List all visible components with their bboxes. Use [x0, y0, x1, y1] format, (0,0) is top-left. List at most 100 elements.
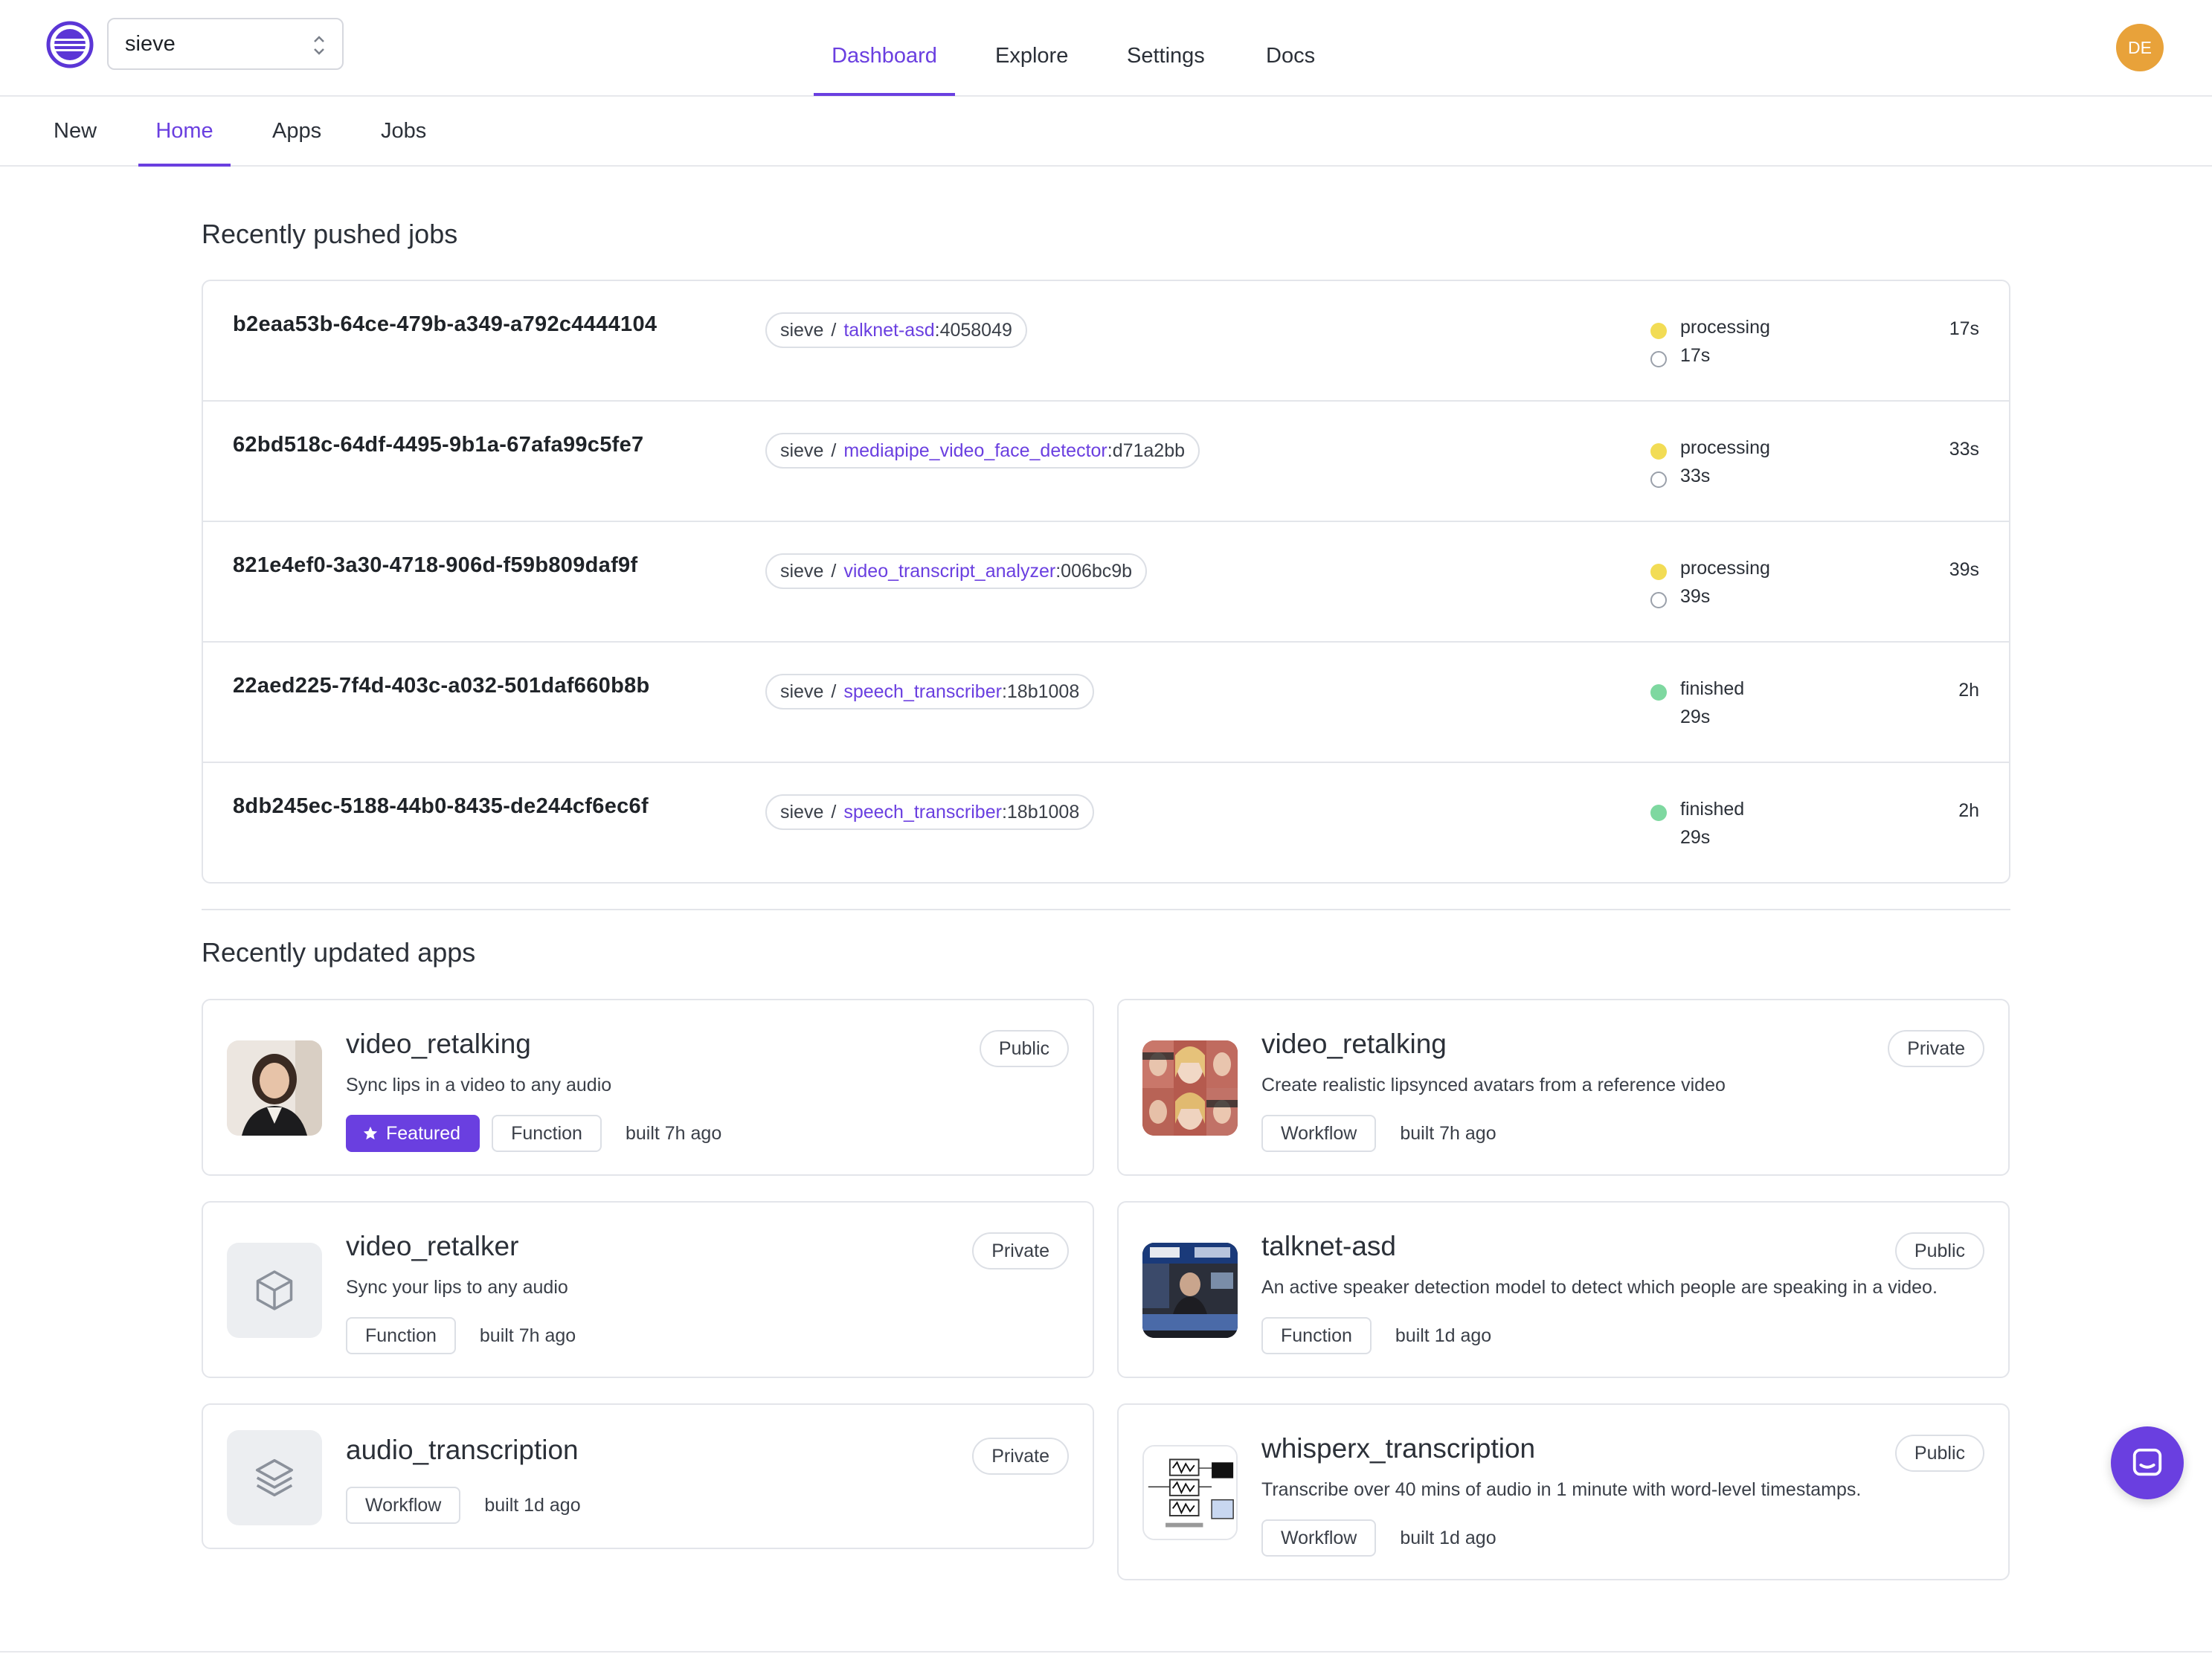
job-app-link[interactable]: speech_transcriber — [843, 681, 1002, 703]
app-name[interactable]: whisperx_transcription — [1261, 1433, 1535, 1464]
job-row[interactable]: 821e4ef0-3a30-4718-906d-f59b809daf9f sie… — [203, 522, 2009, 643]
org-select-value: sieve — [125, 31, 176, 56]
app-tags: Workflow built 1d ago — [1261, 1519, 1496, 1557]
job-owner: sieve — [780, 319, 824, 341]
job-app-link[interactable]: mediapipe_video_face_detector — [843, 440, 1107, 462]
job-owner: sieve — [780, 680, 824, 702]
app-name[interactable]: video_retalking — [1261, 1029, 1447, 1060]
job-app-link[interactable]: video_transcript_analyzer — [843, 561, 1055, 582]
job-row[interactable]: b2eaa53b-64ce-479b-a349-a792c4444104 sie… — [203, 281, 2009, 402]
subtab-home[interactable]: Home — [138, 97, 231, 167]
job-id[interactable]: 8db245ec-5188-44b0-8435-de244cf6ec6f — [233, 794, 649, 819]
status-dot — [1650, 443, 1667, 460]
app-name[interactable]: video_retalker — [346, 1231, 518, 1262]
featured-tag: Featured — [346, 1115, 480, 1152]
status-ring-icon — [1650, 351, 1667, 367]
app-name[interactable]: talknet-asd — [1261, 1231, 1396, 1262]
tab-docs[interactable]: Docs — [1266, 0, 1315, 95]
app-type-tag: Workflow — [1261, 1519, 1377, 1557]
app-thumbnail — [227, 1430, 322, 1525]
app-thumbnail — [227, 1040, 322, 1136]
jobs-section-title: Recently pushed jobs — [202, 219, 458, 249]
job-app-version: :006bc9b — [1055, 560, 1133, 582]
job-id[interactable]: b2eaa53b-64ce-479b-a349-a792c4444104 — [233, 312, 657, 337]
job-status: processing — [1680, 437, 1770, 458]
job-owner: sieve — [780, 440, 824, 461]
job-id[interactable]: 821e4ef0-3a30-4718-906d-f59b809daf9f — [233, 553, 637, 578]
subtab-new[interactable]: New — [54, 97, 97, 165]
app-description: Transcribe over 40 mins of audio in 1 mi… — [1261, 1479, 1862, 1500]
woman-photo-icon — [227, 1040, 322, 1136]
job-status-time: 39s — [1680, 586, 1711, 607]
status-dot — [1650, 805, 1667, 821]
job-duration: 39s — [1949, 559, 1979, 580]
app-thumbnail — [1142, 1243, 1238, 1338]
top-bar: sieve Dashboard Explore Settings Docs DE — [0, 0, 2212, 97]
tab-settings[interactable]: Settings — [1127, 0, 1205, 95]
job-app-link[interactable]: talknet-asd — [843, 320, 934, 341]
app-description: Sync lips in a video to any audio — [346, 1075, 612, 1095]
visibility-badge: Private — [972, 1232, 1069, 1270]
app-card[interactable]: audio_transcription Private Workflow bui… — [202, 1403, 1094, 1549]
visibility-badge: Public — [1894, 1435, 1984, 1472]
sieve-logo[interactable] — [46, 21, 94, 68]
job-app-link[interactable]: speech_transcriber — [843, 802, 1002, 823]
job-app-pill: sieve / speech_transcriber:18b1008 — [765, 674, 1095, 709]
org-select[interactable]: sieve — [107, 18, 344, 70]
tab-dashboard[interactable]: Dashboard — [814, 0, 955, 96]
app-built-time: built 1d ago — [1395, 1325, 1492, 1346]
job-id[interactable]: 22aed225-7f4d-403c-a032-501daf660b8b — [233, 674, 650, 698]
star-icon — [363, 1126, 378, 1140]
job-row[interactable]: 8db245ec-5188-44b0-8435-de244cf6ec6f sie… — [203, 763, 2009, 884]
app-type-tag: Function — [492, 1115, 602, 1152]
status-ring-icon — [1650, 472, 1667, 488]
app-built-time: built 7h ago — [625, 1122, 722, 1144]
visibility-badge: Private — [1888, 1030, 1984, 1067]
app-card[interactable]: video_retalking Sync lips in a video to … — [202, 999, 1094, 1176]
layers-icon — [255, 1458, 294, 1497]
user-avatar[interactable]: DE — [2116, 24, 2164, 71]
app-built-time: built 7h ago — [1400, 1122, 1496, 1144]
app-card[interactable]: talknet-asd An active speaker detection … — [1117, 1201, 2010, 1378]
app-type-tag: Workflow — [346, 1487, 461, 1524]
job-status: processing — [1680, 558, 1770, 579]
status-dot — [1650, 684, 1667, 701]
tv-studio-photo-icon — [1142, 1243, 1238, 1338]
job-row[interactable]: 62bd518c-64df-4495-9b1a-67afa99c5fe7 sie… — [203, 402, 2009, 522]
visibility-badge: Public — [979, 1030, 1069, 1067]
job-row[interactable]: 22aed225-7f4d-403c-a032-501daf660b8b sie… — [203, 643, 2009, 763]
diagram-photo-icon — [1144, 1447, 1236, 1539]
app-name[interactable]: audio_transcription — [346, 1435, 579, 1466]
job-id[interactable]: 62bd518c-64df-4495-9b1a-67afa99c5fe7 — [233, 433, 643, 457]
job-status: finished — [1680, 678, 1745, 699]
tab-explore[interactable]: Explore — [995, 0, 1068, 95]
sub-nav: New Home Apps Jobs — [0, 97, 2212, 167]
job-app-pill: sieve / speech_transcriber:18b1008 — [765, 794, 1095, 830]
app-tags: Function built 7h ago — [346, 1317, 576, 1354]
cube-icon — [256, 1270, 293, 1310]
app-card[interactable]: whisperx_transcription Transcribe over 4… — [1117, 1403, 2010, 1580]
app-card[interactable]: video_retalking Create realistic lipsync… — [1117, 999, 2010, 1176]
app-tags: Function built 1d ago — [1261, 1317, 1491, 1354]
app-tags: Workflow built 7h ago — [1261, 1115, 1496, 1152]
footer-divider — [0, 1651, 2212, 1653]
app-type-tag: Function — [1261, 1317, 1372, 1354]
app-tags: Featured Function built 7h ago — [346, 1115, 721, 1152]
jobs-table: b2eaa53b-64ce-479b-a349-a792c4444104 sie… — [202, 280, 2010, 884]
subtab-apps[interactable]: Apps — [272, 97, 321, 165]
app-card[interactable]: video_retalker Sync your lips to any aud… — [202, 1201, 1094, 1378]
job-app-pill: sieve / mediapipe_video_face_detector:d71a… — [765, 433, 1200, 469]
section-divider — [202, 909, 2010, 910]
chat-launcher-button[interactable] — [2111, 1426, 2184, 1499]
job-status-time: 29s — [1680, 707, 1711, 727]
visibility-badge: Private — [972, 1438, 1069, 1475]
job-status: finished — [1680, 799, 1745, 820]
status-ring-icon — [1650, 592, 1667, 608]
app-name[interactable]: video_retalking — [346, 1029, 531, 1060]
face-grid-photo-icon — [1142, 1040, 1238, 1136]
app-description: An active speaker detection model to det… — [1261, 1277, 1938, 1298]
subtab-jobs[interactable]: Jobs — [381, 97, 426, 165]
app-description: Create realistic lipsynced avatars from … — [1261, 1075, 1726, 1095]
chevron-updown-icon — [314, 36, 324, 55]
app-description: Sync your lips to any audio — [346, 1277, 568, 1298]
